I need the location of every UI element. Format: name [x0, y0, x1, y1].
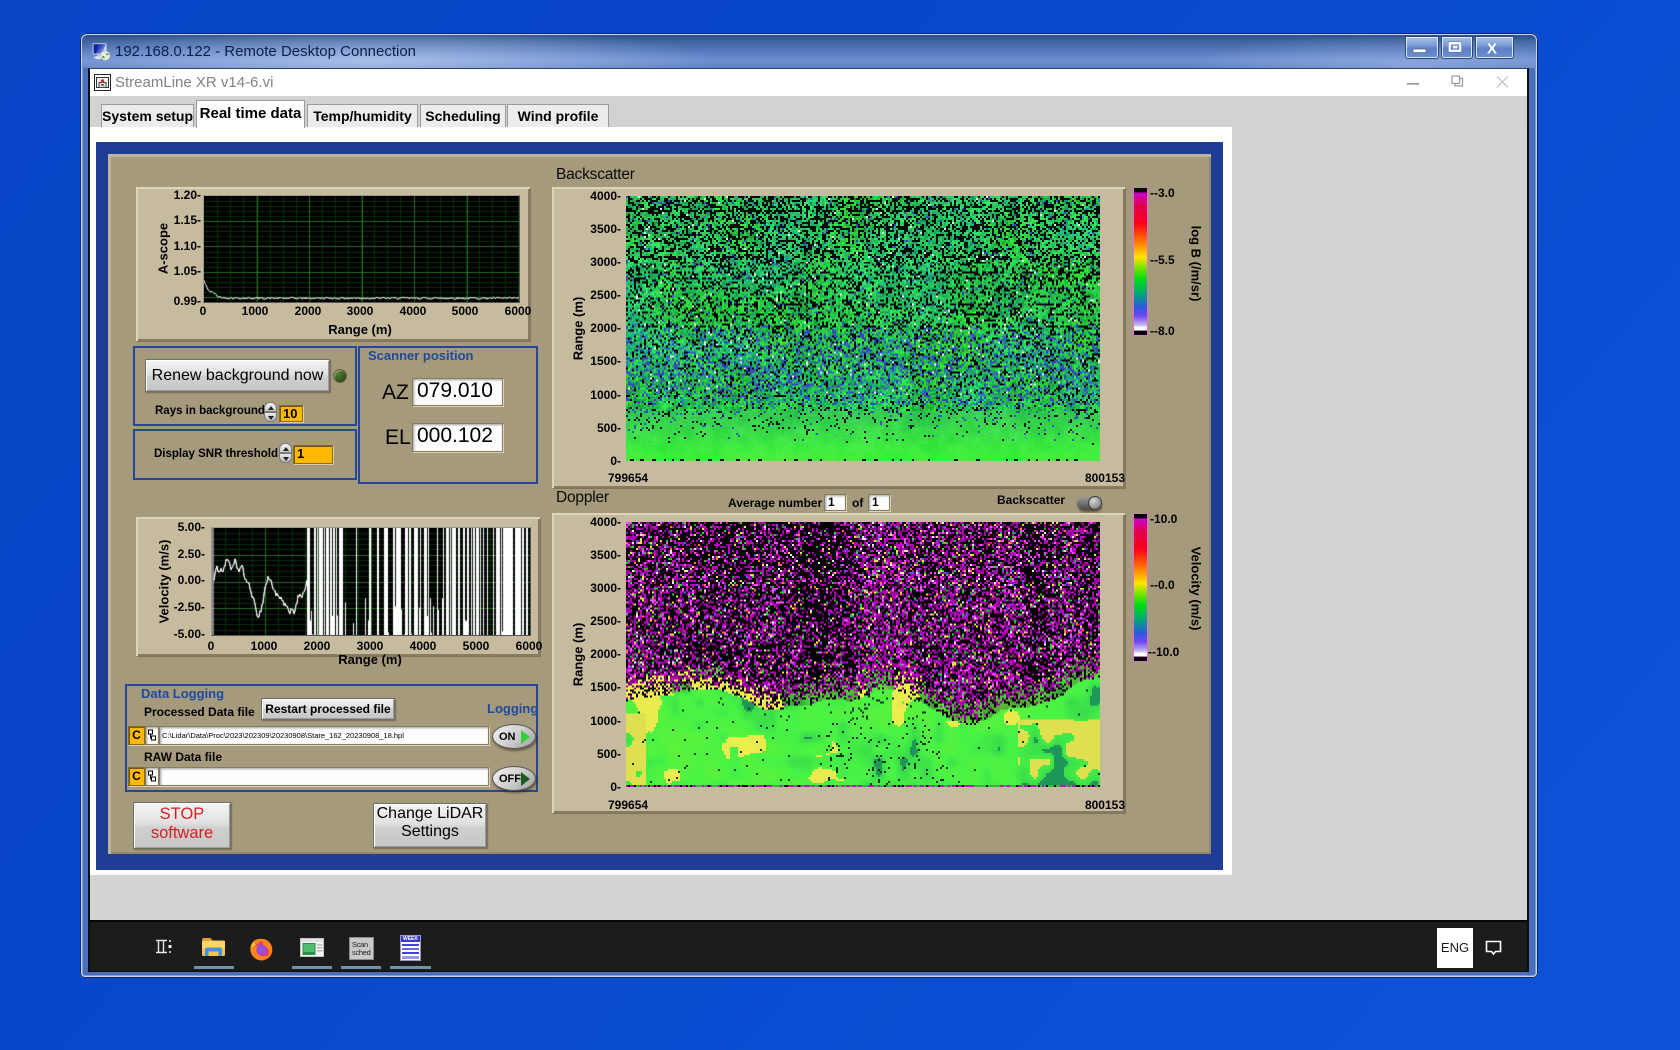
- svg-text:X: X: [1487, 41, 1497, 58]
